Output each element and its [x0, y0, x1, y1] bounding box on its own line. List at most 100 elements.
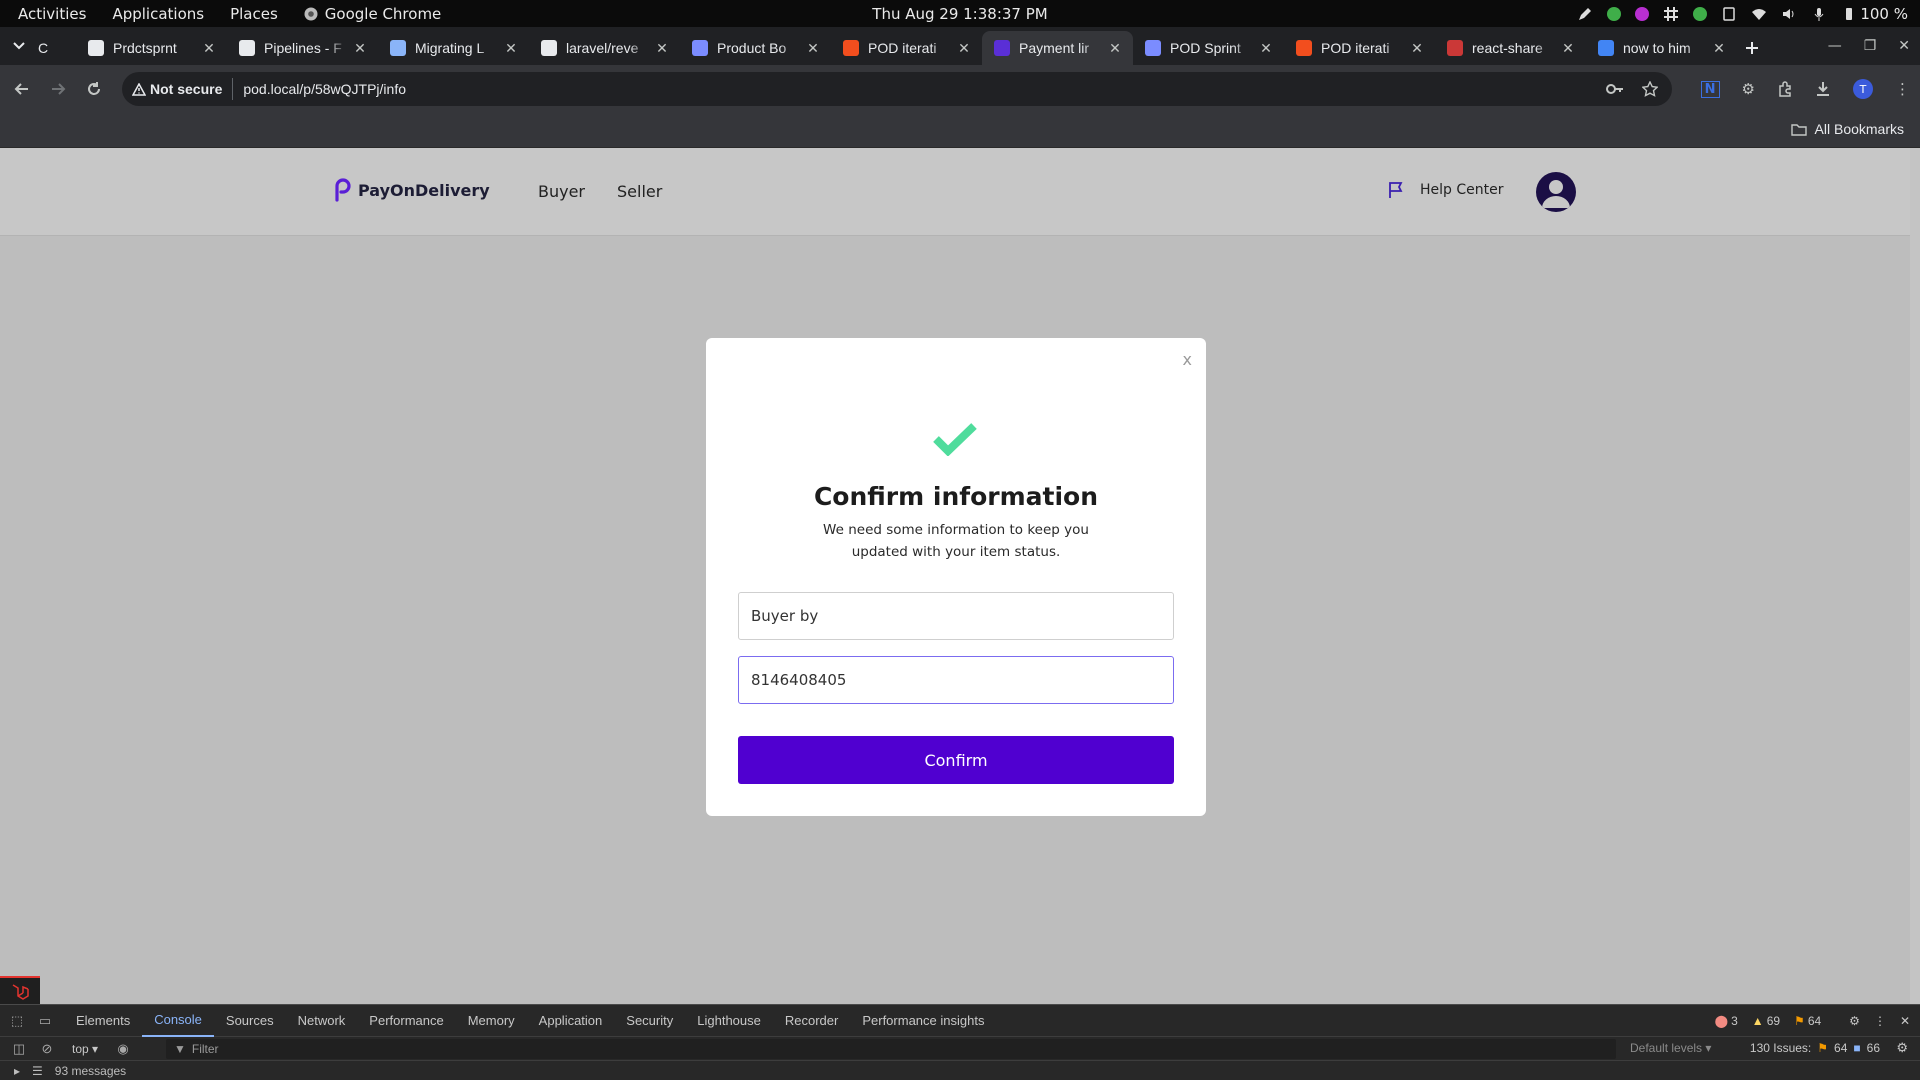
system-tray[interactable]: 100 %	[1577, 0, 1908, 27]
address-bar[interactable]: Not secure pod.local/p/58wQJTPj/info	[122, 72, 1672, 106]
pen-icon[interactable]	[1577, 6, 1593, 22]
extension-gear-icon[interactable]: ⚙	[1742, 80, 1755, 98]
live-expression-eye-icon[interactable]: ◉	[112, 1038, 134, 1060]
devtools-tab-performance-insights[interactable]: Performance insights	[850, 1005, 996, 1037]
extension-green-icon[interactable]	[1607, 6, 1622, 21]
error-count[interactable]: ⬤ 3	[1715, 1014, 1738, 1028]
slack-icon[interactable]	[1663, 6, 1679, 22]
browser-tab[interactable]: Migrating L ✕	[378, 31, 529, 65]
help-center-label: Help Center	[1420, 182, 1504, 198]
places-menu[interactable]: Places	[230, 5, 278, 23]
tab-title: Pipelines - F	[264, 40, 342, 56]
devtools-tab-application[interactable]: Application	[527, 1005, 615, 1037]
browser-tab[interactable]: react-share ✕	[1435, 31, 1586, 65]
tab-close-icon[interactable]: ✕	[1560, 40, 1576, 57]
warning-count[interactable]: ▲ 69	[1752, 1014, 1780, 1028]
device-toolbar-icon[interactable]: ▭	[34, 1010, 56, 1032]
help-center-link[interactable]: Help Center	[1388, 181, 1504, 199]
devtools-tab-sources[interactable]: Sources	[214, 1005, 286, 1037]
extension-green2-icon[interactable]	[1693, 6, 1708, 21]
inspect-element-icon[interactable]: ⬚	[6, 1010, 28, 1032]
nav-seller[interactable]: Seller	[617, 182, 662, 201]
tab-close-icon[interactable]: ✕	[654, 40, 670, 57]
devtools-tab-network[interactable]: Network	[286, 1005, 358, 1037]
devtools-tab-elements[interactable]: Elements	[64, 1005, 142, 1037]
browser-tab[interactable]: Product Bo ✕	[680, 31, 831, 65]
messages-summary[interactable]: ▸ ☰ 93 messages	[0, 1061, 1920, 1080]
devtools-tab-lighthouse[interactable]: Lighthouse	[685, 1005, 773, 1037]
browser-tab[interactable]: Pipelines - F ✕	[227, 31, 378, 65]
browser-tab[interactable]: POD Sprint ✕	[1133, 31, 1284, 65]
volume-icon[interactable]	[1781, 6, 1797, 22]
page-scrollbar[interactable]	[1910, 148, 1920, 1004]
devtools-tab-console[interactable]: Console	[142, 1005, 214, 1037]
browser-tab[interactable]: POD iterati ✕	[1284, 31, 1435, 65]
clear-console-icon[interactable]: ⊘	[36, 1038, 58, 1060]
extension-purple-icon[interactable]	[1635, 6, 1650, 21]
confirm-button[interactable]: Confirm	[738, 736, 1174, 784]
tab-close-icon[interactable]: ✕	[352, 40, 368, 57]
figma-icon	[843, 40, 859, 56]
browser-tab[interactable]: C	[38, 31, 76, 65]
sidebar-toggle-icon[interactable]: ◫	[8, 1038, 30, 1060]
tab-close-icon[interactable]: ✕	[1409, 40, 1425, 57]
nav-buyer[interactable]: Buyer	[538, 182, 585, 201]
security-indicator[interactable]: Not secure	[132, 78, 234, 100]
star-icon[interactable]	[1642, 81, 1658, 97]
reload-button[interactable]	[76, 71, 112, 107]
profile-avatar[interactable]: T	[1853, 79, 1873, 99]
browser-tab[interactable]: POD iterati ✕	[831, 31, 982, 65]
devtools-tab-recorder[interactable]: Recorder	[773, 1005, 850, 1037]
modal-close-button[interactable]: x	[1183, 350, 1192, 369]
tab-close-icon[interactable]: ✕	[956, 40, 972, 57]
extension-n-icon[interactable]: N	[1700, 80, 1720, 98]
minimize-icon[interactable]: —	[1828, 38, 1842, 54]
devtools-close-icon[interactable]: ✕	[1900, 1014, 1910, 1028]
devtools-tab-security[interactable]: Security	[614, 1005, 685, 1037]
browser-tab[interactable]: laravel/reve ✕	[529, 31, 680, 65]
log-levels-dropdown[interactable]: Default levels ▾	[1630, 1041, 1711, 1055]
download-icon[interactable]	[1815, 81, 1831, 97]
close-window-icon[interactable]: ✕	[1898, 38, 1910, 54]
devtools-tab-memory[interactable]: Memory	[456, 1005, 527, 1037]
tab-close-icon[interactable]: ✕	[805, 40, 821, 57]
user-avatar[interactable]	[1536, 172, 1576, 212]
active-app-indicator[interactable]: Google Chrome	[304, 5, 468, 23]
tab-close-icon[interactable]: ✕	[1107, 40, 1123, 57]
applications-menu[interactable]: Applications	[112, 5, 204, 23]
activities-button[interactable]: Activities	[18, 5, 86, 23]
context-selector[interactable]: top ▾	[72, 1042, 98, 1056]
devtools-tab-performance[interactable]: Performance	[357, 1005, 455, 1037]
name-field[interactable]	[738, 592, 1174, 640]
devtools-settings-icon[interactable]: ⚙	[1849, 1014, 1860, 1028]
url-text[interactable]: pod.local/p/58wQJTPj/info	[243, 81, 406, 97]
tab-close-icon[interactable]: ✕	[503, 40, 519, 57]
tab-close-icon[interactable]: ✕	[1711, 40, 1727, 57]
console-filter-input[interactable]: ▼ Filter	[166, 1039, 1616, 1059]
browser-tab[interactable]: now to him ✕	[1586, 31, 1737, 65]
console-settings-icon[interactable]: ⚙	[1896, 1040, 1908, 1056]
browser-tab-active[interactable]: Payment lir ✕	[982, 31, 1133, 65]
puzzle-icon[interactable]	[1777, 81, 1793, 97]
clipboard-icon[interactable]	[1721, 6, 1737, 22]
browser-tab[interactable]: Prdctsprnt ✕	[76, 31, 227, 65]
issues-counter[interactable]: 130 Issues: ⚑ 64 ■ 66	[1750, 1041, 1880, 1055]
devtools-menu-icon[interactable]: ⋮	[1874, 1014, 1886, 1028]
battery-indicator[interactable]: 100 %	[1841, 5, 1908, 23]
tab-close-icon[interactable]: ✕	[1258, 40, 1274, 57]
new-tab-button[interactable]	[1737, 31, 1767, 65]
restore-icon[interactable]: ❐	[1864, 38, 1877, 54]
forward-button[interactable]	[40, 71, 76, 107]
tab-search-button[interactable]	[0, 27, 38, 65]
wifi-icon[interactable]	[1751, 6, 1767, 22]
info-count[interactable]: ⚑ 64	[1794, 1014, 1821, 1028]
phone-field[interactable]	[738, 656, 1174, 704]
kebab-menu-icon[interactable]: ⋮	[1895, 80, 1910, 98]
microphone-icon[interactable]	[1811, 6, 1827, 22]
all-bookmarks-button[interactable]: All Bookmarks	[1790, 121, 1904, 137]
debugbar-toggle[interactable]	[0, 976, 40, 1004]
back-button[interactable]	[4, 71, 40, 107]
tab-close-icon[interactable]: ✕	[201, 40, 217, 57]
password-key-icon[interactable]	[1606, 83, 1624, 95]
brand-logo[interactable]: PayOnDelivery	[334, 178, 490, 202]
